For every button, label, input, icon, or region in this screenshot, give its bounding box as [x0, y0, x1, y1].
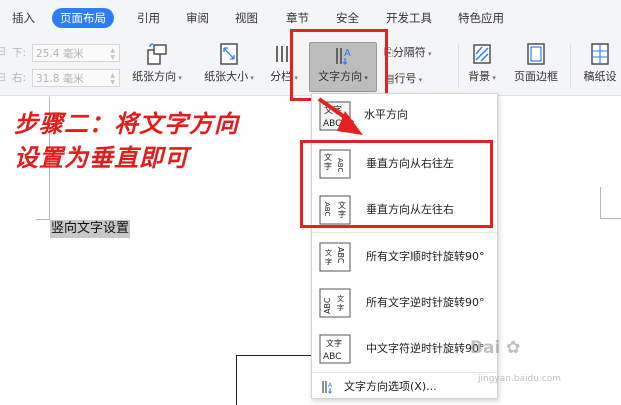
rotate-ccw-icon: ABC 文 字	[319, 288, 351, 318]
watermark-logo: Bai ✿	[470, 338, 520, 358]
tab-view[interactable]: 视图	[235, 8, 258, 28]
svg-text:A: A	[328, 382, 333, 389]
tab-chapter[interactable]: 章节	[286, 8, 309, 28]
page-break-button[interactable]: ⎘分隔符 ▾	[384, 44, 432, 62]
page-orientation-icon	[147, 43, 167, 65]
text-box-outline[interactable]	[236, 355, 311, 405]
bottom-margin-input[interactable]: 25.4 毫米 ▲ ▼	[32, 44, 120, 62]
page-orientation-label: 纸张方向	[132, 70, 177, 83]
tab-page-layout[interactable]: 页面布局	[52, 8, 114, 28]
svg-text:ABC: ABC	[323, 297, 332, 314]
tab-developer[interactable]: 开发工具	[386, 8, 432, 28]
page-border-button[interactable]: 页面边框	[508, 40, 564, 94]
ribbon-divider	[570, 44, 571, 88]
highlight-box-menu	[300, 140, 493, 228]
annotation-line-1: 步骤二：将文字方向	[14, 109, 239, 138]
ribbon-divider	[458, 44, 459, 88]
margin-icon: ⊟	[0, 44, 7, 58]
columns-label: 分栏	[270, 70, 293, 83]
chevron-down-icon: ▾	[248, 74, 254, 82]
pointer-arrow-icon	[317, 97, 363, 135]
page-border-icon	[527, 43, 545, 65]
manuscript-settings-label: 稿纸设	[583, 70, 617, 83]
cjk-rotate-ccw-icon: 文字 ABC	[319, 334, 351, 364]
page-orientation-button[interactable]: 纸张方向 ▾	[126, 40, 188, 94]
spinner-arrows-icon[interactable]: ▲ ▼	[110, 72, 115, 86]
menu-item-text-direction-options[interactable]: A 文字方向选项(X)...	[312, 376, 497, 398]
watermark-brand: Bai	[470, 338, 501, 358]
menu-separator	[312, 372, 497, 373]
text-direction-options-icon: A	[322, 381, 333, 394]
svg-text:字: 字	[337, 303, 344, 312]
line-numbers-label: 行号	[394, 72, 417, 85]
paper-size-label: 纸张大小	[204, 70, 249, 83]
menu-item-rotate-ccw-label: 所有文字逆时针旋转90°	[366, 296, 485, 309]
svg-text:文: 文	[325, 248, 332, 257]
svg-text:字: 字	[325, 257, 332, 266]
paw-icon: ✿	[500, 338, 521, 358]
right-margin-input[interactable]: 31.8 毫米 ▲ ▼	[32, 69, 120, 87]
paper-size-button[interactable]: 纸张大小 ▾	[196, 40, 262, 94]
manuscript-settings-button[interactable]: 稿纸设	[576, 40, 621, 94]
right-margin-value: 31.8 毫米	[36, 73, 84, 85]
chevron-down-icon: ▾	[490, 74, 496, 82]
spinner-arrows-icon[interactable]: ▲ ▼	[110, 47, 115, 61]
tab-special[interactable]: 特色应用	[458, 8, 504, 28]
page-break-label: 分隔符	[392, 46, 426, 59]
line-numbers-button[interactable]: ▤行号 ▾	[384, 70, 422, 88]
bottom-margin-label: 下:	[12, 47, 27, 59]
svg-text:ABC: ABC	[323, 352, 341, 362]
svg-text:ABC: ABC	[336, 247, 345, 264]
selected-text[interactable]: 竖向文字设置	[50, 220, 131, 238]
page-background-icon	[473, 44, 491, 64]
menu-item-rotate-cw[interactable]: ABC 文 字 所有文字顺时针旋转90°	[312, 237, 497, 277]
watermark-url: jingyan.baidu.com	[478, 374, 562, 384]
annotation-line-2: 设置为垂直即可	[14, 143, 189, 172]
highlight-box	[290, 29, 388, 101]
page-background-button[interactable]: 背景 ▾	[462, 40, 502, 94]
wps-writer-window: 插入 页面布局 引用 审阅 视图 章节 安全 开发工具 特色应用 ⊟ ⊟ 下: …	[0, 0, 621, 405]
rotate-cw-icon: ABC 文 字	[319, 242, 351, 272]
chevron-down-icon: ▾	[176, 74, 182, 82]
tab-review[interactable]: 审阅	[186, 8, 209, 28]
tab-security[interactable]: 安全	[336, 8, 359, 28]
right-margin-label: 右:	[12, 72, 27, 84]
menu-item-cjk-rotate-label: 中文字符逆时针旋转90°	[366, 342, 485, 355]
margin-corner-mark	[600, 187, 621, 219]
chevron-down-icon: ▾	[425, 50, 432, 58]
paper-size-icon	[220, 43, 238, 65]
svg-text:文: 文	[337, 294, 344, 303]
svg-text:文字: 文字	[326, 338, 342, 348]
menu-item-options-label: 文字方向选项(X)...	[344, 380, 437, 393]
tab-references[interactable]: 引用	[137, 8, 160, 28]
manuscript-icon	[591, 43, 609, 65]
page-background-label: 背景	[468, 70, 491, 83]
page-border-label: 页面边框	[514, 70, 558, 83]
menu-item-rotate-cw-label: 所有文字顺时针旋转90°	[366, 250, 485, 263]
chevron-down-icon: ▾	[416, 76, 423, 84]
bottom-margin-value: 25.4 毫米	[36, 48, 84, 60]
menu-item-rotate-ccw[interactable]: ABC 文 字 所有文字逆时针旋转90°	[312, 283, 497, 323]
margin-icon: ⊟	[0, 70, 7, 84]
tab-insert[interactable]: 插入	[12, 8, 35, 28]
menu-separator	[312, 232, 497, 233]
